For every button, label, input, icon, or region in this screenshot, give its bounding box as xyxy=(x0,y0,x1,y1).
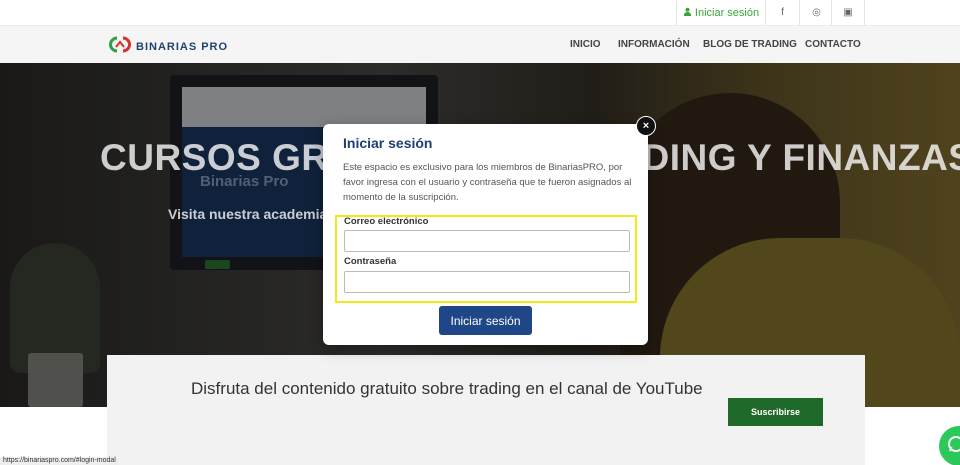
modal-title: Iniciar sesión xyxy=(343,135,433,151)
nav-link-contacto[interactable]: CONTACTO xyxy=(805,39,861,50)
top-bar: Iniciar sesión f ◎ ▣ xyxy=(0,0,960,25)
whatsapp-chat-button[interactable] xyxy=(939,426,960,465)
subscribe-button[interactable]: Suscribirse xyxy=(728,398,823,426)
nav-link-informacion[interactable]: INFORMACIÓN xyxy=(618,39,690,50)
status-bar-url: https://binariaspro.com/#login-modal xyxy=(0,457,119,465)
nav-link-blog[interactable]: BLOG DE TRADING xyxy=(703,39,797,50)
login-modal: × Iniciar sesión Este espacio es exclusi… xyxy=(323,116,656,345)
nav-link-inicio[interactable]: INICIO xyxy=(570,39,601,50)
youtube-section: Disfruta del contenido gratuito sobre tr… xyxy=(107,355,865,465)
top-login-link[interactable]: Iniciar sesión xyxy=(676,0,765,25)
top-login-label: Iniciar sesión xyxy=(694,6,760,19)
brand-logo[interactable]: BINARIAS PRO xyxy=(108,36,228,58)
user-icon xyxy=(683,7,692,19)
password-label: Contraseña xyxy=(344,256,397,267)
youtube-text: Disfruta del contenido gratuito sobre tr… xyxy=(191,379,703,398)
login-fields-highlight: Correo electrónico Contraseña xyxy=(335,215,637,303)
login-submit-button[interactable]: Iniciar sesión xyxy=(439,306,532,335)
password-field[interactable] xyxy=(344,271,630,293)
brand-name: BINARIAS PRO xyxy=(136,41,229,53)
whatsapp-icon xyxy=(947,435,960,458)
youtube-icon[interactable]: ▣ xyxy=(831,0,865,25)
email-field[interactable] xyxy=(344,230,630,252)
facebook-icon[interactable]: f xyxy=(765,0,799,25)
modal-description: Este espacio es exclusivo para los miemb… xyxy=(343,162,632,203)
logo-icon xyxy=(108,36,132,58)
close-modal-button[interactable]: × xyxy=(636,116,656,136)
instagram-icon[interactable]: ◎ xyxy=(799,0,833,25)
main-nav: BINARIAS PRO INICIO INFORMACIÓN BLOG DE … xyxy=(0,25,960,63)
email-label: Correo electrónico xyxy=(344,216,429,227)
